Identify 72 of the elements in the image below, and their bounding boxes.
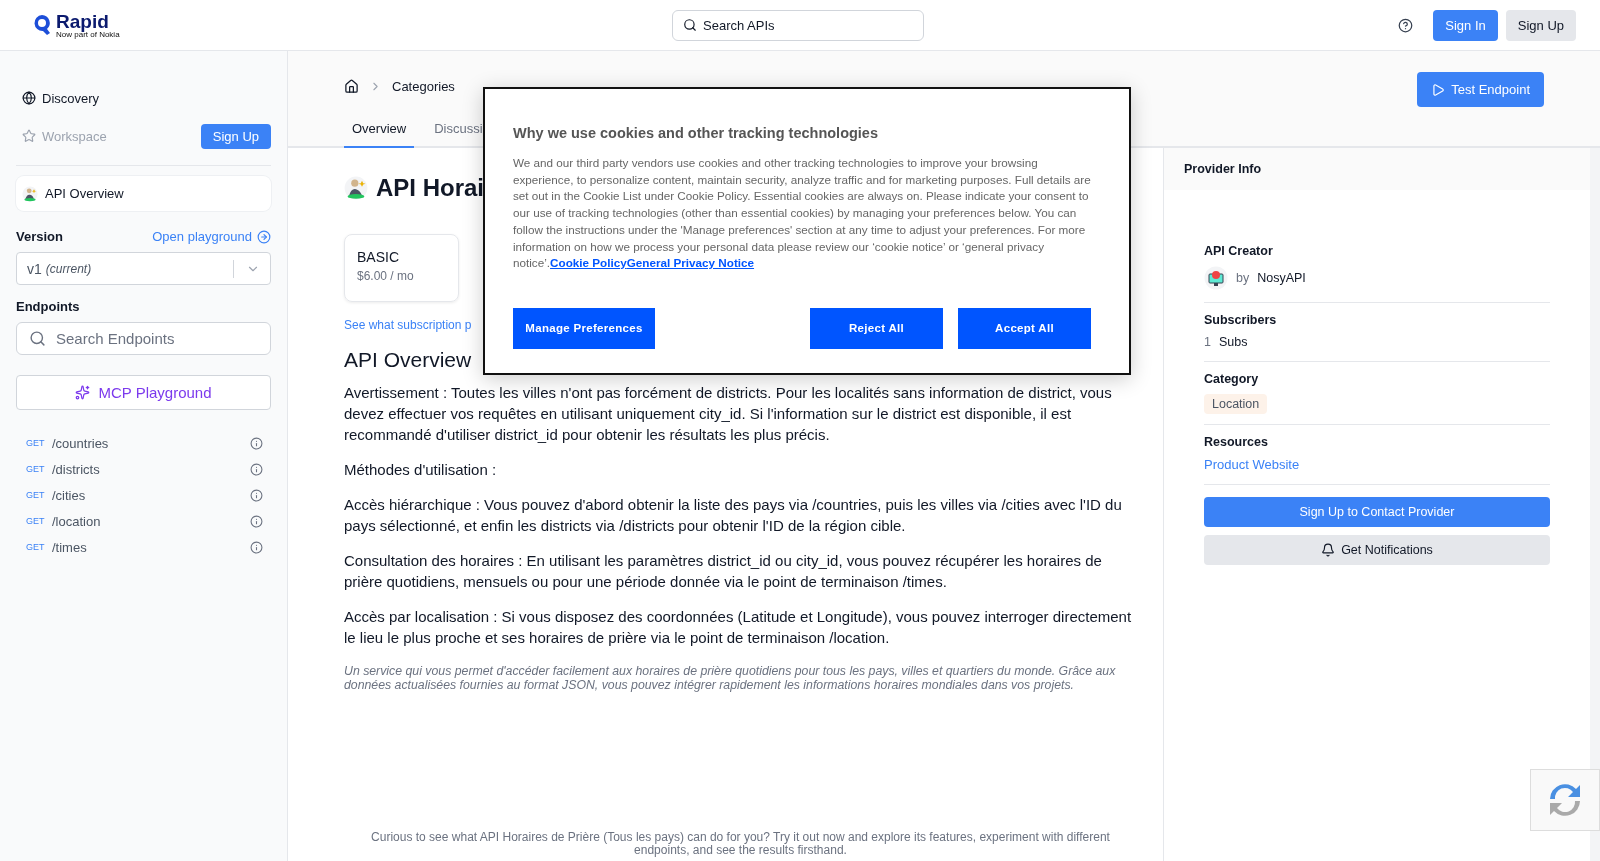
cookie-dialog-text: We and our third party vendors use cookies and other tracking technologies to improve your browsing experience, to personalize content, maintain security, analyze traffic and for marketing purposes. Full details are set out in the Cookie List under Cookie Policy. Essential cookies are always on. Please indicate your consent to our use of tracking technologies (other than essential cookies) by managing your preferences below. You can follow the instructions under the 'Manage preferences' section at any time to adjust your preferences. For more information on how we process your personal data please review our ‘cookie notice’ or ‘general privacy notice’.Cookie PolicyGeneral Privacy Notice (513, 155, 1092, 272)
endpoints-label: Endpoints (16, 299, 80, 314)
section-label: Subscribers (1204, 313, 1278, 327)
version-select[interactable]: v1 (current) (16, 252, 271, 285)
info-icon[interactable] (250, 436, 263, 450)
call-to-action-text: Curious to see what API Horaires de Prière (Tous les pays) can do for you? Try it out now and explore its features, experiment with different endpoints, and see the results firsthand. (370, 831, 1111, 857)
overview-paragraph: Avertissement : Toutes les villes n'ont pas forcément de districts. Pour les localités sans information de district, vous devez effectuer vos requêtes en utilisant uniquement city_id. Si l'information sur le district est disponible, il est recommandé d'utiliser district_id pour obtenir les résultats les plus précis. (344, 383, 1113, 445)
mcp-playground-button[interactable]: MCP Playground (16, 375, 271, 410)
endpoint-item[interactable]: GET /countries (16, 430, 271, 456)
star-icon (22, 129, 36, 143)
play-icon (1431, 82, 1446, 97)
provider-info-header: Provider Info (1164, 148, 1590, 190)
policy-link[interactable]: General Privacy Notice (626, 256, 755, 270)
category-tag[interactable]: Location (1204, 394, 1268, 414)
nav-item[interactable]: Discovery (22, 90, 100, 106)
tab[interactable]: Discussi (426, 121, 491, 148)
overview-paragraph: Accès hiérarchique : Vous pouvez d'abord obtenir la liste des pays via /countries, puis les villes via /cities avec l'ID du pays sélectionné, et enfin les districts via /districts pour obtenir l'ID de la région cible. (344, 495, 1123, 536)
info-icon[interactable] (250, 462, 263, 476)
accept-all-button[interactable]: Accept All (958, 307, 1091, 349)
overview-paragraph: Méthodes d'utilisation : (344, 460, 498, 480)
version-label: Version (16, 229, 63, 244)
overview-paragraph: Consultation des horaires : En utilisant les paramètres district_id ou city_id, vous pouvez récupérer les horaires de prière quotidiens, mensuels ou pour une période donnée via le point de terminaison /times. (344, 551, 1103, 592)
sign-up-button[interactable]: Sign Up (200, 123, 271, 149)
logo-name[interactable]: Rapid (56, 11, 120, 31)
sparkles-icon (75, 385, 91, 400)
arrow-circle-icon (257, 229, 271, 244)
sign-up-button[interactable]: Sign Up (1505, 9, 1576, 41)
product-website-link[interactable]: Product Website (1204, 457, 1550, 472)
api-title: API Horai (376, 174, 485, 202)
search-endpoints-field[interactable]: Search Endpoints (16, 322, 271, 355)
section-label: Category (1204, 372, 1260, 386)
info-icon[interactable] (250, 488, 263, 502)
overview-paragraph: Accès par localisation : Si vous disposez des coordonnées (Latitude et Longitude), vous pouvez interroger directement le lieu le plus proche et ses horaires de prière via le point de terminaison /location. (344, 607, 1133, 648)
creator-name[interactable]: NosyAPI (1257, 271, 1306, 285)
bell-icon (1321, 543, 1336, 557)
globe-icon (22, 91, 36, 105)
endpoint-item[interactable]: GET /times (16, 534, 271, 560)
search-icon (29, 330, 46, 347)
subscriber-unit: Subs (1218, 335, 1248, 349)
by-text: by (1236, 271, 1250, 285)
endpoint-item[interactable]: GET /districts (16, 456, 271, 482)
subscriber-count: 1 (1204, 335, 1211, 349)
manage-preferences-button[interactable]: Manage Preferences (513, 307, 655, 349)
section-label: Resources (1204, 435, 1269, 449)
contact-provider-button[interactable]: Sign Up to Contact Provider (1204, 497, 1550, 527)
section-label: API Creator (1204, 244, 1274, 258)
home-icon[interactable] (344, 79, 359, 94)
endpoint-item[interactable]: GET /cities (16, 482, 271, 508)
policy-link[interactable]: Cookie Policy (550, 256, 627, 270)
get-notifications-button[interactable]: Get Notifications (1204, 535, 1550, 565)
api-logo-icon (344, 176, 368, 200)
api-overview-item[interactable]: API Overview (16, 176, 271, 211)
search-icon (683, 18, 697, 32)
cookie-dialog-title: Why we use cookies and other tracking technologies (513, 125, 879, 141)
tab[interactable]: Overview (344, 121, 415, 148)
test-endpoint-button[interactable]: Test Endpoint (1417, 72, 1544, 107)
breadcrumb-link[interactable]: Categories (392, 79, 455, 94)
recaptcha-icon[interactable] (1530, 769, 1600, 831)
overview-heading: API Overview (344, 348, 473, 372)
help-icon[interactable] (1398, 17, 1414, 33)
search-field[interactable]: Search APIs (672, 9, 924, 41)
sign-in-button[interactable]: Sign In (1433, 9, 1498, 41)
api-description: Un service qui vous permet d'accéder facilement aux horaires de prière quotidiens pour tous les pays, villes et quartiers du monde. Grâce aux données actualisées fournies au format JSON, vous pouvez intégrer rapidement les informations horaires mondiales dans vos projets. (344, 664, 1117, 692)
info-icon[interactable] (250, 540, 263, 554)
endpoint-item[interactable]: GET /location (16, 508, 271, 534)
open-playground-link[interactable]: Open playground (152, 229, 271, 244)
plan-card[interactable]: BASIC $6.00 / mo (344, 234, 459, 302)
info-icon[interactable] (250, 514, 263, 528)
api-logo-icon (22, 185, 38, 202)
reject-all-button[interactable]: Reject All (810, 307, 943, 349)
creator-avatar-icon (1204, 266, 1228, 290)
logo-icon (32, 14, 52, 36)
